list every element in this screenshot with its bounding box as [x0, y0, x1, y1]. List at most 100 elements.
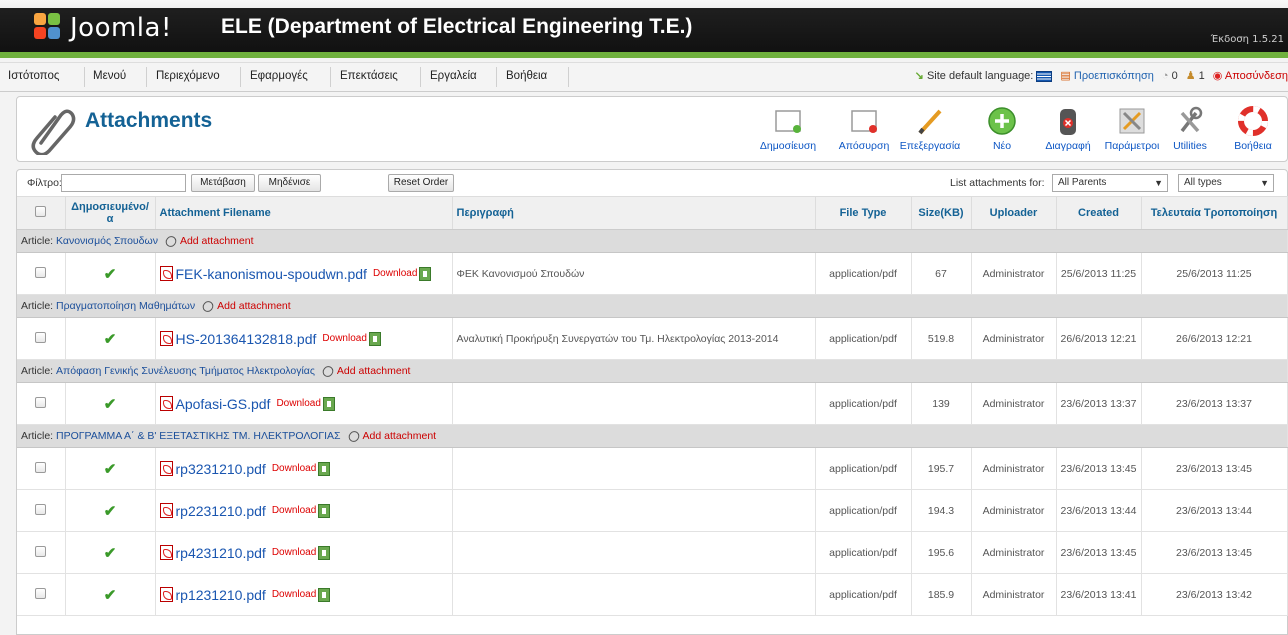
col-modified[interactable]: Τελευταία Τροποποίηση: [1141, 196, 1288, 230]
article-link[interactable]: ΠΡΟΓΡΑΜΜΑ Α΄ & Β' ΕΞΕΤΑΣΤΙΚΗΣ ΤΜ. ΗΛΕΚΤΡ…: [56, 430, 341, 442]
row-checkbox[interactable]: [35, 331, 47, 343]
delete-button[interactable]: Διαγραφή: [1035, 105, 1101, 152]
published-check-icon[interactable]: ✔: [104, 587, 117, 604]
description-cell: [452, 489, 816, 532]
menu-content[interactable]: Περιεχόμενο: [156, 70, 220, 82]
menu-extensions[interactable]: Επεκτάσεις: [340, 70, 398, 82]
row-checkbox[interactable]: [35, 503, 47, 515]
go-button[interactable]: Μετάβαση: [191, 174, 255, 192]
table-header-row: Δημοσιευμένο/α Attachment Filename Περιγ…: [17, 196, 1288, 230]
messages-icon: ◔: [1161, 69, 1169, 82]
download-link[interactable]: Download: [373, 268, 417, 279]
row-checkbox[interactable]: [35, 266, 47, 278]
language-icon: ↘: [914, 70, 924, 82]
download-link[interactable]: Download: [272, 589, 316, 600]
attachment-filename-link[interactable]: Apofasi-GS.pdf: [176, 396, 271, 412]
col-created[interactable]: Created: [1056, 196, 1142, 230]
download-link[interactable]: Download: [272, 547, 316, 558]
menu-help[interactable]: Βοήθεια: [506, 70, 547, 82]
download-icon[interactable]: [368, 331, 381, 346]
download-link[interactable]: Download: [276, 398, 320, 409]
filter-input[interactable]: [61, 174, 186, 192]
published-check-icon[interactable]: ✔: [104, 461, 117, 478]
types-select[interactable]: All types ▼: [1178, 174, 1274, 192]
published-check-icon[interactable]: ✔: [104, 396, 117, 413]
filename-cell: rp2231210.pdf Download: [155, 489, 453, 532]
attachment-filename-link[interactable]: HS-201364132818.pdf: [176, 331, 317, 347]
created-cell: 23/6/2013 13:44: [1056, 489, 1142, 532]
download-icon[interactable]: [318, 545, 331, 560]
download-icon[interactable]: [322, 396, 335, 411]
unpublish-button[interactable]: Απόσυρση: [831, 105, 897, 152]
article-link[interactable]: Απόφαση Γενικής Συνέλευσης Τμήματος Ηλεκ…: [56, 365, 315, 377]
menu-components[interactable]: Εφαρμογές: [250, 70, 308, 82]
add-attachment-link[interactable]: Add attachment: [337, 365, 411, 377]
menu-site[interactable]: Ιστότοπος: [8, 70, 59, 82]
col-description[interactable]: Περιγραφή: [452, 196, 816, 230]
reset-order-button[interactable]: Reset Order: [388, 174, 454, 192]
pdf-icon: [159, 461, 173, 476]
article-link[interactable]: Πραγματοποίηση Μαθημάτων: [56, 300, 195, 312]
menu-divider: [496, 67, 497, 87]
row-checkbox[interactable]: [35, 396, 47, 408]
attachment-filename-link[interactable]: rp3231210.pdf: [176, 461, 266, 477]
new-button[interactable]: Νέο: [969, 105, 1035, 152]
menu-divider: [240, 67, 241, 87]
published-check-icon[interactable]: ✔: [104, 331, 117, 348]
row-checkbox[interactable]: [35, 461, 47, 473]
logout-link[interactable]: ◉ Αποσύνδεση: [1213, 69, 1288, 82]
published-check-icon[interactable]: ✔: [104, 545, 117, 562]
attachment-filename-link[interactable]: rp4231210.pdf: [176, 545, 266, 561]
download-link[interactable]: Download: [272, 505, 316, 516]
download-icon[interactable]: [419, 266, 432, 281]
menu-tools[interactable]: Εργαλεία: [430, 70, 477, 82]
published-check-icon[interactable]: ✔: [104, 266, 117, 283]
preview-link[interactable]: ▤ Προεπισκόπηση: [1060, 69, 1153, 82]
download-link[interactable]: Download: [322, 333, 366, 344]
download-icon[interactable]: [318, 503, 331, 518]
attachment-filename-link[interactable]: rp2231210.pdf: [176, 503, 266, 519]
attachment-filename-link[interactable]: rp1231210.pdf: [176, 587, 266, 603]
download-link[interactable]: Download: [272, 463, 316, 474]
parameters-button[interactable]: Παράμετροι: [1099, 105, 1165, 152]
col-size[interactable]: Size(KB): [911, 196, 972, 230]
col-uploader[interactable]: Uploader: [971, 196, 1057, 230]
preview-icon: ▤: [1060, 70, 1071, 82]
row-checkbox[interactable]: [35, 587, 47, 599]
publish-button[interactable]: Δημοσίευση: [755, 105, 821, 152]
size-cell: 67: [911, 252, 972, 295]
menu-menus[interactable]: Μενού: [93, 70, 126, 82]
help-button[interactable]: Βοήθεια: [1220, 105, 1286, 152]
col-filename[interactable]: Attachment Filename: [155, 196, 453, 230]
article-link[interactable]: Κανονισμός Σπουδων: [56, 235, 158, 247]
add-attachment-link[interactable]: Add attachment: [363, 430, 437, 442]
list-for-label: List attachments for:: [950, 177, 1045, 189]
file-type-cell: application/pdf: [815, 317, 912, 360]
published-check-icon[interactable]: ✔: [104, 503, 117, 520]
row-select-cell: [17, 252, 66, 295]
messages-status[interactable]: ◔ 0: [1162, 70, 1178, 82]
col-published[interactable]: Δημοσιευμένο/α: [65, 196, 156, 230]
users-online-status[interactable]: ♟ 1: [1186, 69, 1205, 82]
filename-cell: rp3231210.pdf Download: [155, 447, 453, 490]
row-checkbox[interactable]: [35, 545, 47, 557]
paperclip-icon: [163, 233, 179, 249]
article-prefix: Article:: [21, 235, 54, 247]
utilities-button[interactable]: Utilities: [1157, 105, 1223, 152]
attachment-filename-link[interactable]: FEK-kanonismou-spoudwn.pdf: [176, 266, 367, 282]
users-icon: ♟: [1185, 70, 1196, 82]
edit-button[interactable]: Επεξεργασία: [897, 105, 963, 152]
size-cell: 519.8: [911, 317, 972, 360]
add-attachment-link[interactable]: Add attachment: [180, 235, 254, 247]
description-cell: Αναλυτική Προκήρυξη Συνεργατών του Τμ. Η…: [452, 317, 816, 360]
download-icon[interactable]: [318, 461, 331, 476]
paperclip-icon: [200, 298, 216, 314]
select-all-checkbox[interactable]: [35, 206, 47, 217]
row-select-cell: [17, 573, 66, 616]
parents-select[interactable]: All Parents ▼: [1052, 174, 1168, 192]
add-attachment-link[interactable]: Add attachment: [217, 300, 291, 312]
published-cell: ✔: [65, 317, 156, 360]
col-file-type[interactable]: File Type: [815, 196, 912, 230]
download-icon[interactable]: [318, 587, 331, 602]
reset-filter-button[interactable]: Μηδένισε: [258, 174, 321, 192]
